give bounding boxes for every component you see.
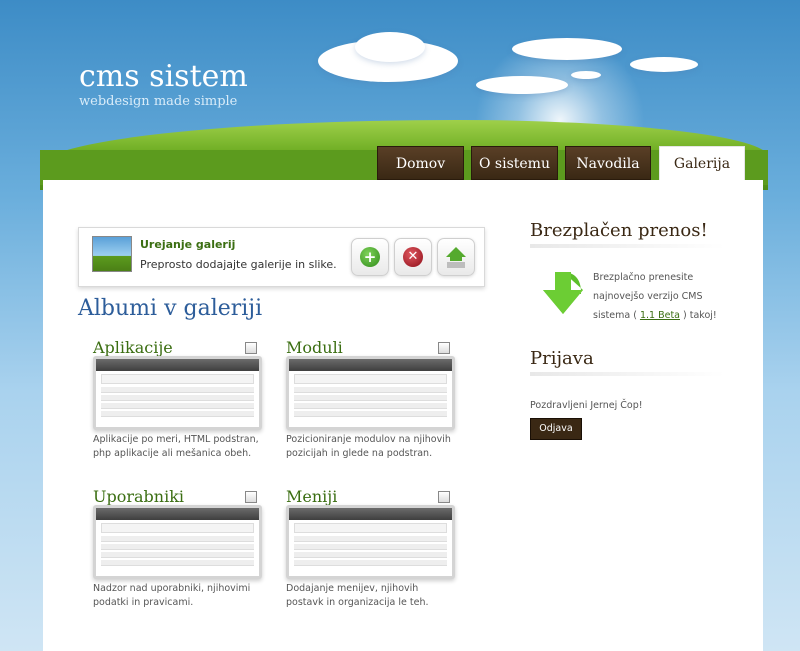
upload-button[interactable] xyxy=(437,238,475,276)
cloud xyxy=(476,76,568,94)
cloud xyxy=(571,71,601,79)
album-title[interactable]: Moduli xyxy=(286,338,343,357)
upload-icon xyxy=(446,247,466,268)
close-icon: ✕ xyxy=(403,247,423,267)
logo[interactable]: cms sistem webdesign made simple xyxy=(79,60,248,110)
album-title[interactable]: Aplikacije xyxy=(93,338,173,357)
album-checkbox[interactable] xyxy=(438,342,450,354)
album-checkbox[interactable] xyxy=(245,342,257,354)
info-description: Preprosto dodajajte galerije in slike. xyxy=(140,258,337,271)
greeting-text: Pozdravljeni Jernej Čop! xyxy=(530,400,643,411)
tab-domov[interactable]: Domov xyxy=(377,146,464,180)
album-description: Dodajanje menijev, njihovih postavk in o… xyxy=(286,583,429,608)
gallery-info-box: Urejanje galerij Preprosto dodajajte gal… xyxy=(78,227,485,287)
divider xyxy=(530,244,725,248)
download-heading: Brezplačen prenos! xyxy=(530,220,708,241)
cloud xyxy=(512,38,622,60)
download-version-link[interactable]: 1.1 Beta xyxy=(640,310,680,321)
download-text-after: ) takoj! xyxy=(683,310,717,321)
album-title[interactable]: Uporabniki xyxy=(93,487,184,506)
login-heading: Prijava xyxy=(530,348,594,369)
album-checkbox[interactable] xyxy=(438,491,450,503)
album-checkbox[interactable] xyxy=(245,491,257,503)
download-arrow-icon xyxy=(543,272,583,314)
album-title[interactable]: Meniji xyxy=(286,487,337,506)
delete-gallery-button[interactable]: ✕ xyxy=(394,238,432,276)
divider xyxy=(530,372,725,376)
download-text: Brezplačno prenesite najnovejšo verzijo … xyxy=(593,268,733,325)
logout-button[interactable]: Odjava xyxy=(530,418,582,440)
album-thumbnail[interactable] xyxy=(93,505,262,579)
album-thumbnail[interactable] xyxy=(286,356,455,430)
album-description: Aplikacije po meri, HTML podstran, php a… xyxy=(93,434,259,459)
album-description: Pozicioniranje modulov na njihovih pozic… xyxy=(286,434,451,459)
tab-galerija[interactable]: Galerija xyxy=(659,146,745,181)
content-panel: Urejanje galerij Preprosto dodajajte gal… xyxy=(43,180,763,651)
album-description: Nadzor nad uporabniki, njihovimi podatki… xyxy=(93,583,251,608)
plus-icon: + xyxy=(360,247,380,267)
info-title: Urejanje galerij xyxy=(140,238,236,251)
tab-o-sistemu[interactable]: O sistemu xyxy=(471,146,558,180)
logo-title: cms sistem xyxy=(79,59,248,94)
album-thumbnail[interactable] xyxy=(286,505,455,579)
gallery-image-icon xyxy=(92,236,132,272)
logo-tagline: webdesign made simple xyxy=(79,94,238,109)
tab-navodila[interactable]: Navodila xyxy=(565,146,651,180)
albums-heading: Albumi v galeriji xyxy=(78,296,263,321)
album-thumbnail[interactable] xyxy=(93,356,262,430)
add-gallery-button[interactable]: + xyxy=(351,238,389,276)
cloud xyxy=(630,57,698,72)
cloud xyxy=(355,32,425,62)
